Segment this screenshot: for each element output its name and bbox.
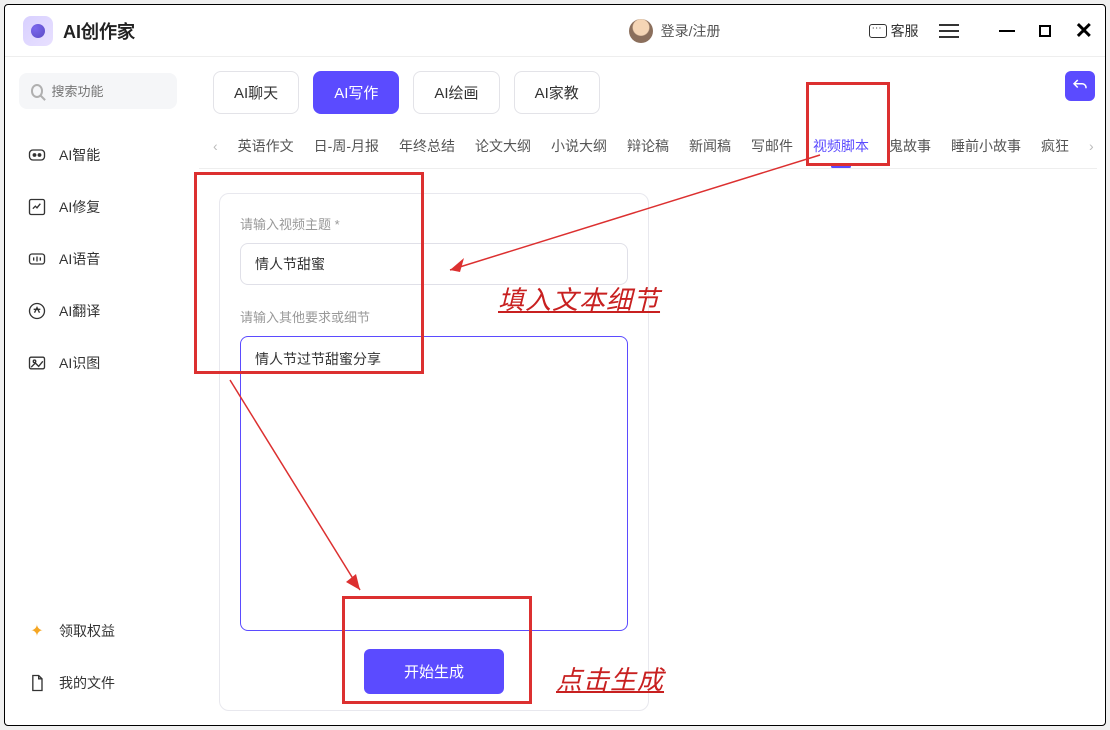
category-item[interactable]: 鬼故事 [889,136,931,156]
sidebar-item-label: AI语音 [59,249,100,269]
sidebar-item-label: AI翻译 [59,301,100,321]
category-item[interactable]: 年终总结 [399,136,455,156]
undo-button[interactable] [1065,71,1095,101]
reward-icon: ✦ [27,621,47,641]
ai-image-icon [27,353,47,373]
category-item[interactable]: 日-周-月报 [314,136,379,156]
mode-tab-write[interactable]: AI写作 [313,71,399,114]
sidebar-item-label: 我的文件 [59,673,115,693]
login-link[interactable]: 登录/注册 [661,21,721,41]
sidebar-item-label: AI识图 [59,353,100,373]
sidebar-item-label: 领取权益 [59,621,115,641]
category-item[interactable]: 小说大纲 [551,136,607,156]
category-item[interactable]: 辩论稿 [627,136,669,156]
category-item[interactable]: 论文大纲 [475,136,531,156]
app-logo [23,16,53,46]
window-minimize[interactable] [999,30,1015,32]
category-strip: ‹ 英语作文 日-周-月报 年终总结 论文大纲 小说大纲 辩论稿 新闻稿 写邮件… [199,124,1097,169]
topic-input[interactable] [240,243,628,285]
category-item[interactable]: 写邮件 [751,136,793,156]
category-item-active[interactable]: 视频脚本 [813,136,869,156]
detail-textarea[interactable] [240,336,628,631]
sidebar-item-ai-image[interactable]: AI识图 [19,343,177,383]
search-icon [31,84,43,98]
files-icon [27,673,47,693]
sidebar-item-files[interactable]: 我的文件 [19,663,177,703]
ai-smart-icon [27,145,47,165]
category-prev[interactable]: ‹ [213,138,218,154]
sidebar-item-label: AI修复 [59,197,100,217]
titlebar: AI创作家 登录/注册 客服 ✕ [5,5,1105,57]
sidebar-item-ai-repair[interactable]: AI修复 [19,187,177,227]
category-item[interactable]: 疯狂 [1041,136,1069,156]
detail-label: 请输入其他要求或细节 [240,307,628,326]
ai-voice-icon [27,249,47,269]
sidebar-item-ai-smart[interactable]: AI智能 [19,135,177,175]
category-next[interactable]: › [1089,138,1094,154]
window-maximize[interactable] [1039,25,1051,37]
topic-label: 请输入视频主题 * [240,214,628,233]
search-input[interactable] [51,84,165,99]
window-close[interactable]: ✕ [1075,20,1093,42]
sidebar-item-reward[interactable]: ✦ 领取权益 [19,611,177,651]
sidebar-item-ai-translate[interactable]: AI翻译 [19,291,177,331]
form-panel: 请输入视频主题 * 请输入其他要求或细节 开始生成 [219,193,649,711]
menu-icon[interactable] [939,24,959,38]
sidebar-item-ai-voice[interactable]: AI语音 [19,239,177,279]
mode-tab-chat[interactable]: AI聊天 [213,71,299,114]
sidebar-item-label: AI智能 [59,145,100,165]
avatar[interactable] [629,19,653,43]
customer-service-button[interactable]: 客服 [861,17,927,45]
main-panel: AI聊天 AI写作 AI绘画 AI家教 ‹ 英语作文 日-周-月报 年终总结 论… [191,57,1105,725]
sidebar: AI智能 AI修复 AI语音 AI翻译 AI识图 ✦ 领取权益 [5,57,191,725]
app-title: AI创作家 [63,18,135,44]
mode-tab-tutor[interactable]: AI家教 [514,71,600,114]
generate-button[interactable]: 开始生成 [364,649,504,694]
mode-tab-paint[interactable]: AI绘画 [413,71,499,114]
category-item[interactable]: 新闻稿 [689,136,731,156]
ai-repair-icon [27,197,47,217]
category-item[interactable]: 英语作文 [238,136,294,156]
ai-translate-icon [27,301,47,321]
category-item[interactable]: 睡前小故事 [951,136,1021,156]
customer-service-label: 客服 [891,21,919,41]
search-box[interactable] [19,73,177,109]
chat-icon [869,24,887,38]
